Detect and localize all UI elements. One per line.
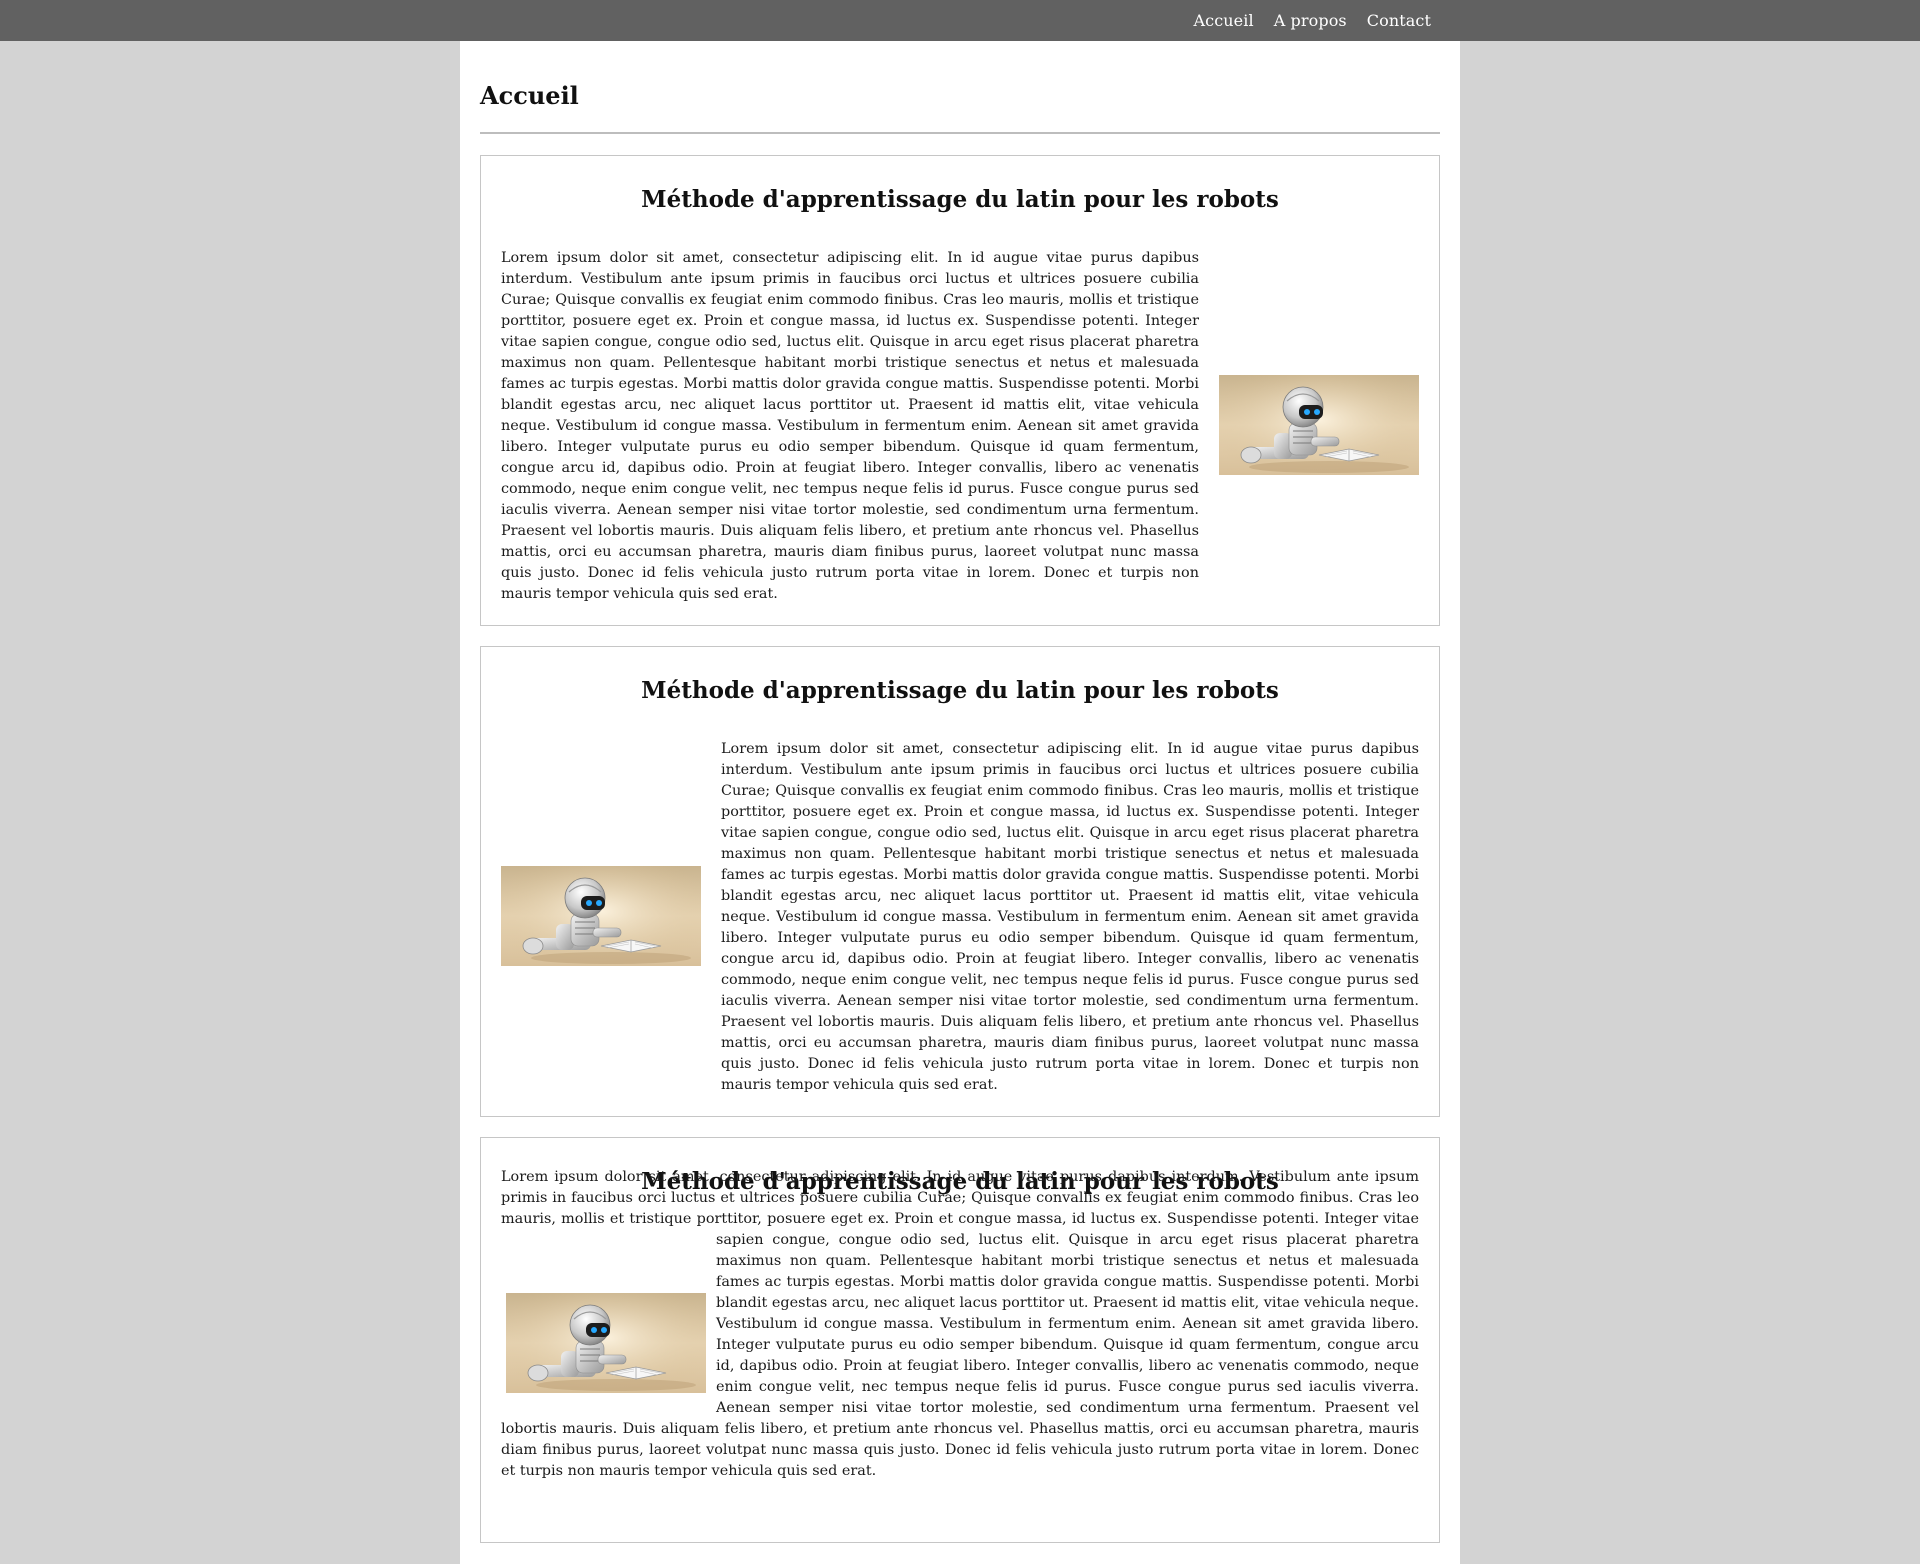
robot-reading-book-image (506, 1293, 706, 1393)
article-text: Lorem ipsum dolor sit amet, consectetur … (501, 250, 1199, 602)
page-title: Accueil (480, 81, 579, 110)
article-body: Lorem ipsum dolor sit amet, consectetur … (501, 1169, 1419, 1482)
article-title: Méthode d'apprentissage du latin pour le… (641, 186, 1279, 213)
main-nav: Accueil A propos Contact (1194, 0, 1432, 41)
top-navigation-bar: Accueil A propos Contact (0, 0, 1920, 41)
article-card-3: Méthode d'apprentissage du latin pour le… (480, 1137, 1440, 1543)
robot-image-graphic (501, 866, 701, 966)
robot-image-graphic (1219, 375, 1419, 475)
nav-link-a-propos[interactable]: A propos (1274, 11, 1347, 30)
article-card-1: Méthode d'apprentissage du latin pour le… (480, 155, 1440, 626)
robot-reading-book-image (1219, 375, 1419, 475)
nav-link-contact[interactable]: Contact (1367, 11, 1431, 30)
content-area: Accueil Méthode d'apprentissage du latin… (460, 41, 1460, 1564)
article-card-2: Méthode d'apprentissage du latin pour le… (480, 646, 1440, 1117)
title-divider (480, 132, 1440, 134)
robot-reading-book-image (501, 866, 701, 966)
article-text: Lorem ipsum dolor sit amet, consectetur … (721, 741, 1419, 1093)
robot-image-graphic (506, 1293, 706, 1393)
nav-link-accueil[interactable]: Accueil (1194, 11, 1254, 30)
article-title: Méthode d'apprentissage du latin pour le… (641, 677, 1279, 704)
